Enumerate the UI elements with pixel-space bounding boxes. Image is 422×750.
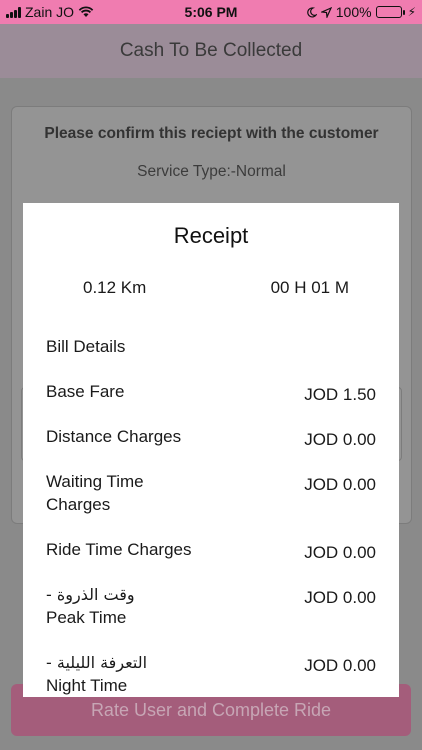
waiting-time-value: JOD 0.00	[304, 475, 376, 494]
nav-bar: Cash To Be Collected	[0, 24, 422, 78]
peak-time-label-ar: وقت الذروة -	[46, 585, 135, 604]
waiting-time-label-line2: Charges	[46, 495, 111, 514]
status-bar: Zain JO 5:06 PM 100% ⚡	[0, 0, 422, 24]
peak-time-label-en: Peak Time	[46, 608, 127, 627]
peak-time-value: JOD 0.00	[304, 588, 376, 607]
battery-percent: 100%	[335, 4, 372, 20]
ride-time-label: Ride Time Charges	[46, 540, 192, 559]
confirm-message: Please confirm this reciept with the cus…	[44, 125, 379, 142]
distance-charges-value: JOD 0.00	[304, 430, 376, 449]
battery-icon	[375, 6, 405, 18]
charging-bolt-icon: ⚡	[407, 5, 416, 19]
distance-charges-label: Distance Charges	[46, 427, 182, 446]
receipt-title: Receipt	[173, 223, 249, 248]
moon-icon	[307, 6, 317, 17]
night-time-value: JOD 0.00	[304, 656, 376, 675]
peak-time-label: وقت الذروة - Peak Time	[46, 583, 146, 629]
base-fare-label: Base Fare	[46, 382, 125, 401]
page-title: Cash To Be Collected	[119, 40, 303, 61]
location-arrow-icon	[320, 6, 332, 18]
night-time-label-ar: التعرفة الليلية -	[46, 653, 148, 672]
base-fare-value: JOD 1.50	[304, 385, 376, 404]
waiting-time-label-line1: Waiting Time	[46, 472, 144, 491]
trip-duration: 00 H 01 M	[270, 278, 349, 297]
ride-time-value: JOD 0.00	[304, 543, 376, 562]
status-right: 100% ⚡	[306, 4, 416, 20]
waiting-time-label: Waiting Time Charges	[46, 470, 144, 516]
receipt-modal: Receipt 0.12 Km 00 H 01 M Bill Details B…	[23, 203, 399, 697]
night-time-label: التعرفة الليلية - Night Time	[46, 651, 166, 697]
bill-details-header: Bill Details	[46, 337, 126, 356]
trip-distance: 0.12 Km	[83, 278, 147, 297]
service-type: Service Type:-Normal	[137, 163, 286, 180]
night-time-label-en: Night Time	[46, 676, 128, 695]
